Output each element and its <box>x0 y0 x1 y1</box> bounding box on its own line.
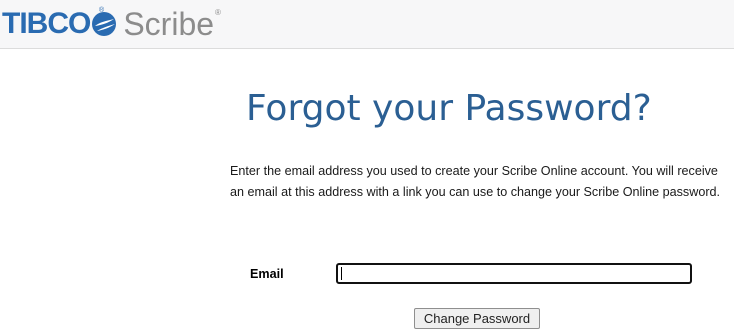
page-title: Forgot your Password? <box>246 88 652 129</box>
logo-registered-mark: ® <box>215 8 221 17</box>
tibco-ball-icon <box>92 12 117 36</box>
logo-product-text: Scribe <box>123 6 215 42</box>
logo-registered-mark-brand: ® <box>99 7 105 14</box>
change-password-button[interactable]: Change Password <box>414 308 540 329</box>
email-label: Email <box>250 267 284 281</box>
logo-brand-text: TIBCO <box>2 7 91 40</box>
instructions-text: Enter the email address you used to crea… <box>230 164 721 199</box>
email-field[interactable] <box>336 263 692 284</box>
tibco-scribe-logo: TIBCO ® Scribe ® <box>2 4 221 44</box>
text-cursor <box>341 267 342 280</box>
header-bar: TIBCO ® Scribe ® <box>0 0 734 49</box>
